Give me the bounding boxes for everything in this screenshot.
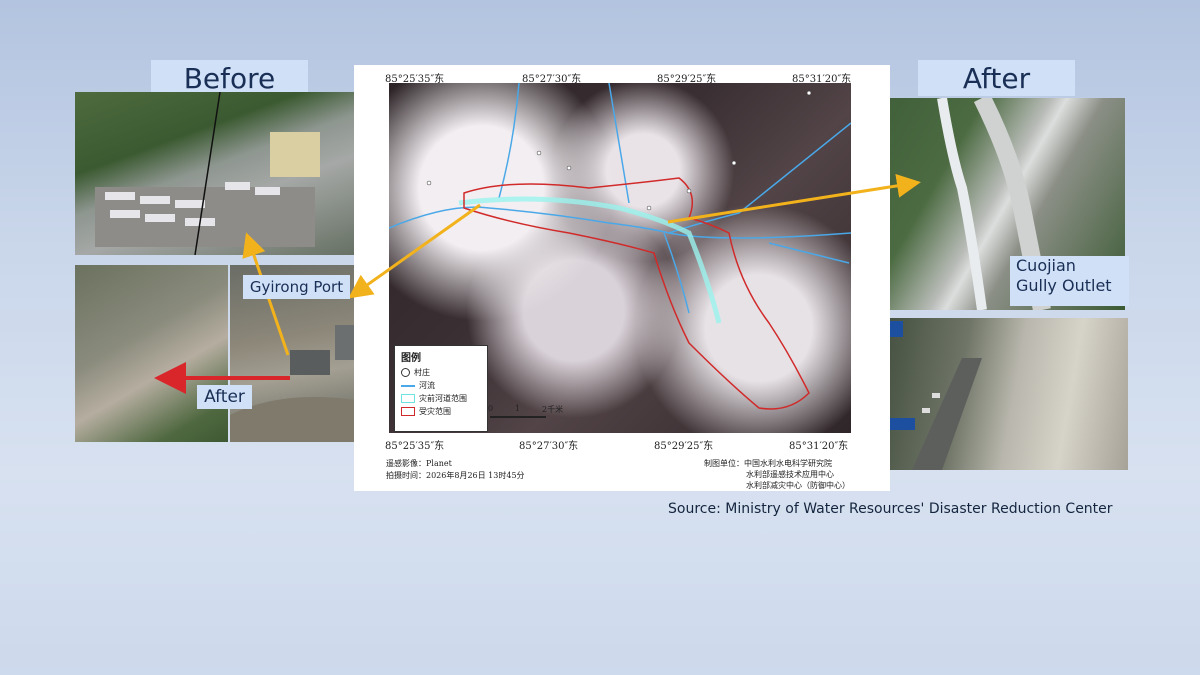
gyirong-port-label: Gyirong Port [243, 275, 350, 299]
legend-village-label: 村庄 [414, 368, 430, 377]
top-coord-3: 85°29′25″东 [657, 74, 717, 85]
cuojian-gully-label: Cuojian Gully Outlet [1010, 256, 1129, 306]
map-legend: 图例 村庄 河流 灾前河道范围 受灾范围 [394, 345, 488, 432]
map-footer-imagery: 遥感影像：Planet [386, 459, 452, 468]
river-icon [401, 384, 415, 387]
after-label: After [918, 60, 1075, 96]
legend-river: 河流 [401, 380, 435, 391]
map-footer-org3: 水利部减灾中心（防御中心） [746, 481, 850, 490]
bottom-coord-2: 85°27′30″东 [519, 441, 579, 452]
pre-disaster-icon [401, 394, 415, 403]
legend-title: 图例 [401, 353, 421, 364]
top-coord-2: 85°27′30″东 [522, 74, 582, 85]
after-small-label: After [197, 385, 252, 409]
before-photo [75, 92, 385, 255]
legend-river-label: 河流 [419, 381, 435, 390]
source-credit: Source: Ministry of Water Resources' Dis… [668, 501, 1113, 517]
cuojian-line2: Gully Outlet [1016, 276, 1112, 295]
village-icon [401, 368, 410, 377]
legend-affected-label: 受灾范围 [419, 407, 451, 416]
bottom-coord-1: 85°25′35″东 [385, 441, 445, 452]
bottom-coord-3: 85°29′25″东 [654, 441, 714, 452]
scale-line [490, 416, 546, 418]
legend-village: 村庄 [401, 367, 430, 378]
bottom-coord-4: 85°31′20″东 [789, 441, 849, 452]
map-footer-org2: 水利部遥感技术应用中心 [746, 470, 834, 479]
after-landslide-photo [75, 265, 228, 442]
affected-icon [401, 407, 415, 416]
flood-news-photo [872, 318, 1128, 470]
top-coord-4: 85°31′20″东 [792, 74, 852, 85]
legend-pre-disaster-label: 灾前河道范围 [419, 394, 467, 403]
map-footer-org1: 制图单位：中国水利水电科学研究院 [704, 459, 832, 468]
legend-pre-disaster: 灾前河道范围 [401, 393, 467, 404]
legend-affected: 受灾范围 [401, 406, 451, 417]
before-label: Before [151, 60, 308, 96]
cuojian-line1: Cuojian [1016, 256, 1076, 275]
scale-0: 0 [488, 404, 494, 413]
map-footer-time: 拍摄时间：2026年8月26日 13时45分 [386, 471, 525, 480]
scale-1: 1 [515, 404, 521, 413]
top-coord-1: 85°25′35″东 [385, 74, 445, 85]
scale-bar: 0 1 2千米 [488, 404, 563, 424]
scale-2: 2千米 [542, 405, 564, 414]
